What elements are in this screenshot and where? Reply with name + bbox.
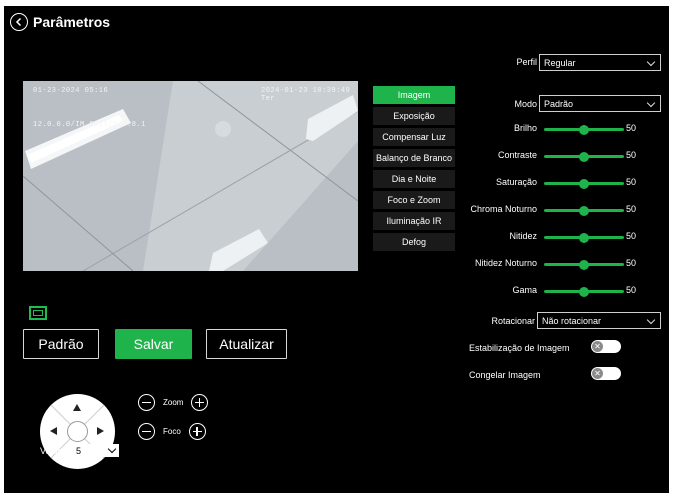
- sharpness-slider-thumb[interactable]: [579, 232, 589, 243]
- ptz-center-button[interactable]: [67, 421, 88, 442]
- freeze-label: Congelar Imagem: [469, 370, 541, 380]
- ptz-direction-pad[interactable]: [40, 394, 115, 469]
- back-icon[interactable]: [10, 13, 28, 31]
- saturation-value: 50: [626, 177, 637, 187]
- settings-tabs: Imagem Exposição Compensar Luz Balanço d…: [373, 86, 455, 254]
- focus-controls: Foco: [138, 423, 206, 440]
- zoom-out-icon[interactable]: [138, 394, 155, 411]
- mode-select[interactable]: Padrão: [539, 95, 661, 112]
- stabilization-toggle[interactable]: ✕: [591, 340, 621, 353]
- page-title: Parâmetros: [33, 14, 111, 30]
- tab-foco-zoom[interactable]: Foco e Zoom: [373, 191, 455, 209]
- arrow-right-icon[interactable]: [97, 427, 104, 435]
- chevron-down-icon: [107, 444, 117, 454]
- saturation-slider-thumb[interactable]: [579, 178, 589, 189]
- focus-plus-icon[interactable]: [188, 423, 206, 440]
- saturation-label: Saturação: [495, 177, 537, 187]
- rotate-label: Rotacionar: [491, 316, 535, 326]
- gamma-slider-thumb[interactable]: [579, 286, 589, 297]
- tab-exposicao[interactable]: Exposição: [373, 107, 455, 125]
- refresh-button[interactable]: Atualizar: [206, 329, 287, 359]
- night-sharpness-slider-thumb[interactable]: [579, 259, 589, 270]
- zoom-label: Zoom: [163, 398, 184, 407]
- page-header: Parâmetros: [10, 11, 110, 33]
- night-chroma-slider-thumb[interactable]: [579, 205, 589, 216]
- save-button[interactable]: Salvar: [115, 329, 192, 359]
- osd-top-left: 01-23-2024 05:16: [33, 87, 109, 95]
- osd-top-right: 2024-01-23 10:39:49 Ter: [261, 87, 351, 103]
- night-sharpness-value: 50: [626, 258, 637, 268]
- focus-label: Foco: [163, 427, 181, 436]
- night-chroma-label: Chroma Noturno: [470, 204, 537, 214]
- brightness-value: 50: [626, 123, 637, 133]
- camera-image: 01-23-2024 05:16 2024-01-23 10:39:49 Ter…: [23, 81, 358, 271]
- zoom-controls: Zoom: [138, 394, 209, 411]
- focus-minus-icon[interactable]: [138, 423, 155, 440]
- default-button[interactable]: Padrão: [23, 329, 99, 359]
- speed-select[interactable]: 5: [73, 444, 119, 457]
- chevron-down-icon: [646, 57, 656, 67]
- freeze-toggle[interactable]: ✕: [591, 367, 621, 380]
- tab-dia-noite[interactable]: Dia e Noite: [373, 170, 455, 188]
- gamma-label: Gama: [512, 285, 537, 295]
- brightness-slider-thumb[interactable]: [579, 124, 589, 135]
- video-preview[interactable]: 01-23-2024 05:16 2024-01-23 10:39:49 Ter…: [23, 51, 358, 302]
- rotate-select[interactable]: Não rotacionar: [537, 312, 661, 329]
- mode-label: Modo: [514, 99, 537, 109]
- gamma-value: 50: [626, 285, 637, 295]
- profile-value: Regular: [544, 57, 576, 68]
- arrow-left-icon[interactable]: [50, 427, 57, 435]
- tab-defog[interactable]: Defog: [373, 233, 455, 251]
- profile-select[interactable]: Regular: [539, 54, 661, 71]
- fullscreen-icon[interactable]: [29, 306, 47, 320]
- sharpness-value: 50: [626, 231, 637, 241]
- tab-imagem[interactable]: Imagem: [373, 86, 455, 104]
- tab-balanco-branco[interactable]: Balanço de Branco: [373, 149, 455, 167]
- osd-second-line: 12.0.0.0/IM 5121/178.8.1: [33, 121, 146, 129]
- tab-compensar-luz[interactable]: Compensar Luz: [373, 128, 455, 146]
- chevron-down-icon: [646, 98, 656, 108]
- profile-label: Perfil: [516, 57, 537, 67]
- night-chroma-value: 50: [626, 204, 637, 214]
- chevron-down-icon: [646, 315, 656, 325]
- tab-iluminacao-ir[interactable]: Iluminação IR: [373, 212, 455, 230]
- arrow-up-icon[interactable]: [73, 404, 81, 411]
- toggle-off-icon: ✕: [592, 341, 603, 352]
- speed-value: 5: [76, 445, 82, 456]
- night-sharpness-label: Nitidez Noturno: [474, 258, 537, 268]
- page-frame: Parâmetros 01-23-2024 05:16 2024-01-23 1…: [0, 0, 674, 493]
- contrast-value: 50: [626, 150, 637, 160]
- brightness-label: Brilho: [513, 123, 537, 133]
- sharpness-label: Nitidez: [509, 231, 537, 241]
- speed-label: Veloci...: [40, 446, 72, 456]
- toggle-off-icon: ✕: [592, 368, 603, 379]
- contrast-slider-thumb[interactable]: [579, 151, 589, 162]
- stabilization-label: Estabilização de Imagem: [469, 343, 570, 353]
- mode-value: Padrão: [544, 98, 574, 109]
- contrast-label: Contraste: [497, 150, 537, 160]
- zoom-in-icon[interactable]: [191, 394, 209, 411]
- rotate-value: Não rotacionar: [542, 315, 602, 326]
